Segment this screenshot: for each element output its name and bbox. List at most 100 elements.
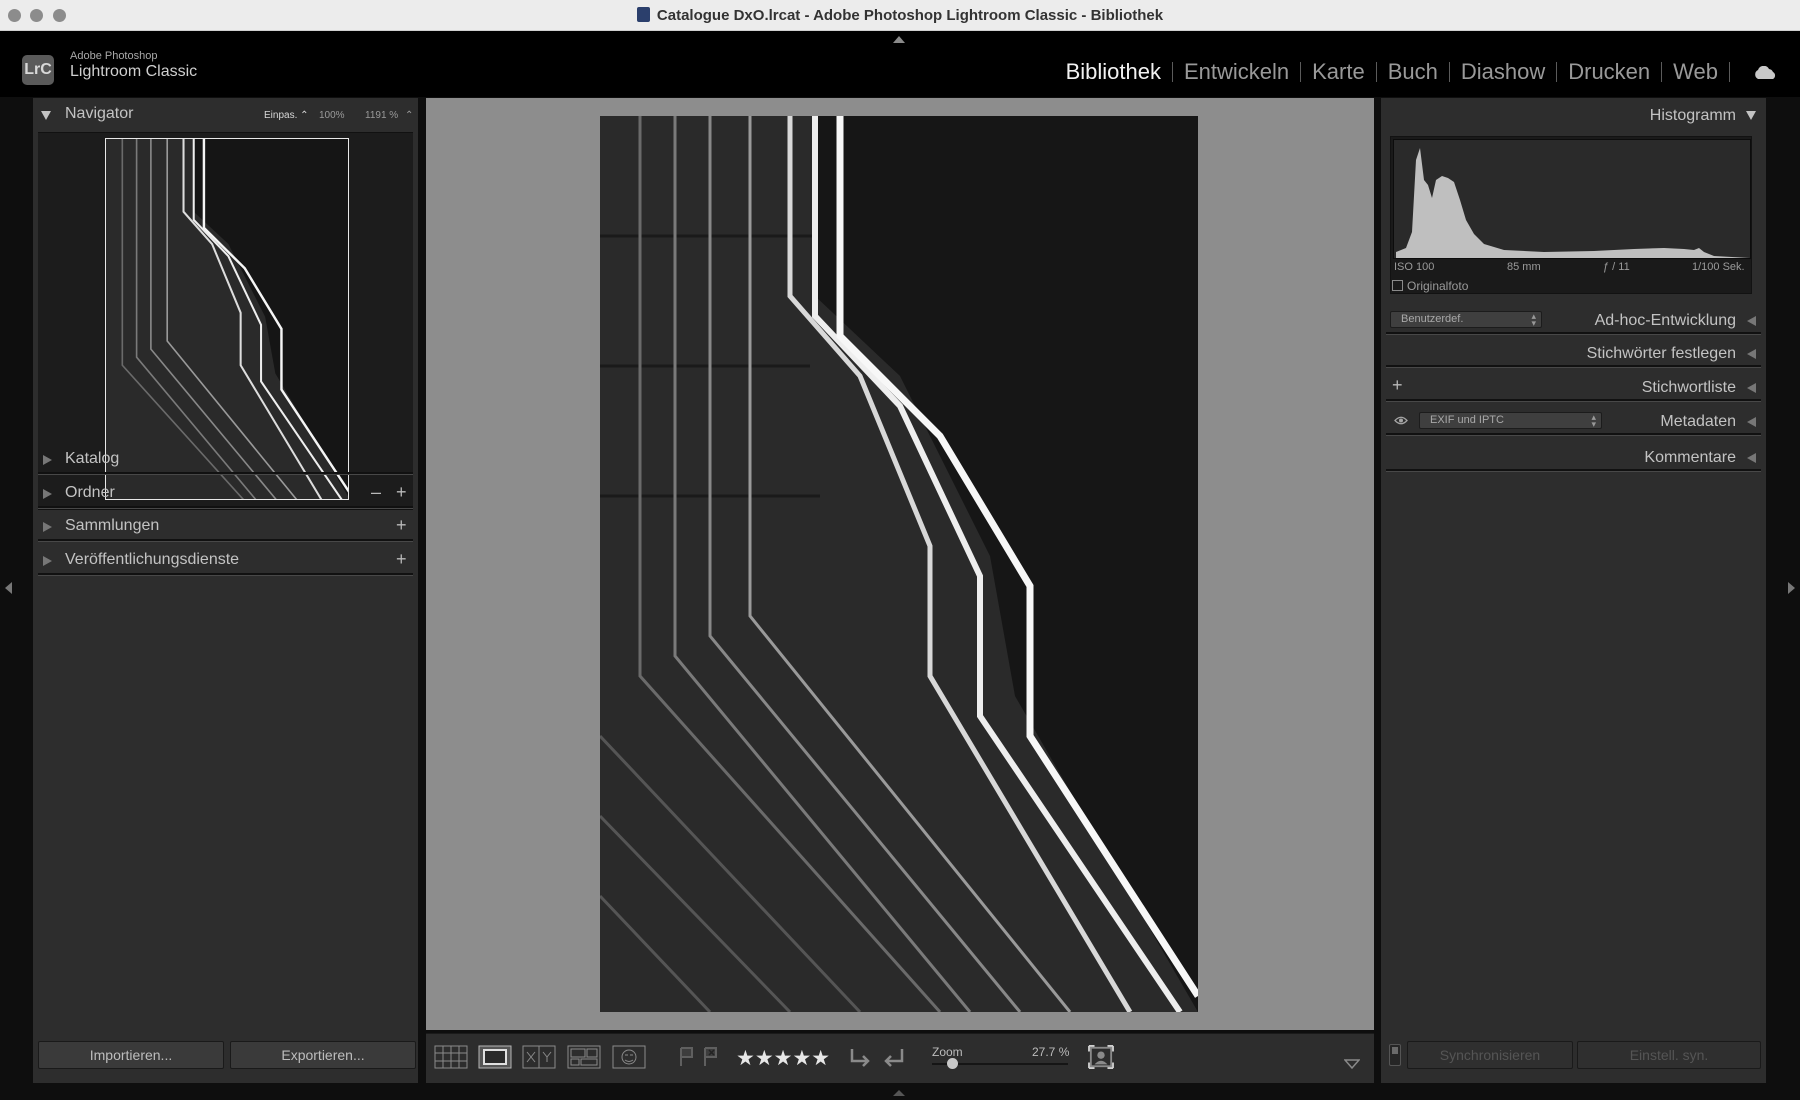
metadata-preset-dropdown[interactable]: EXIF und IPTC ▴ ▾ [1419,412,1602,429]
add-collection-button[interactable]: + [396,515,407,536]
sammlungen-title: Sammlungen [65,517,160,534]
grid-view-icon[interactable] [434,1045,468,1069]
dropdown-arrows-icon: ▴ ▾ [1531,311,1536,328]
histogram-shutter: 1/100 Sek. [1692,261,1745,273]
rotate-left-icon[interactable] [846,1045,874,1069]
navigator-100-option[interactable]: 100% [319,110,345,121]
lightroom-window: Catalogue DxO.lrcat - Adobe Photoshop Li… [0,0,1800,1100]
collapsed-triangle-icon [1747,349,1756,359]
catalog-file-icon [636,7,650,22]
eye-icon[interactable] [1394,416,1408,425]
compare-view-icon[interactable] [522,1045,556,1069]
metadata-preset-value: EXIF und IPTC [1430,414,1504,426]
katalog-title: Katalog [65,450,120,467]
collapsed-triangle-icon [1747,383,1756,393]
original-photo-toggle[interactable]: Originalfoto [1392,279,1468,293]
collapsed-triangle-icon [1747,453,1756,463]
star-rating[interactable]: ★★★★★ [736,1046,830,1071]
navigator-custom-zoom-option[interactable]: 1191 % [365,110,398,121]
histogram-focal-length: 85 mm [1507,261,1541,273]
navigator-zoom-menu-icon[interactable]: ⌃ [405,110,413,121]
ordner-header[interactable]: Ordner – + [33,479,418,509]
cloud-icon[interactable] [1753,66,1777,79]
section-divider [1386,365,1761,368]
original-photo-checkbox[interactable] [1392,280,1403,291]
expanded-triangle-icon [1746,111,1756,120]
section-divider [1386,433,1761,436]
ordner-title: Ordner [65,484,115,501]
adhoc-preset-value: Benutzerdef. [1401,313,1464,325]
adhoc-develop-header[interactable]: Benutzerdef. ▴ ▾ Ad-hoc-Entwicklung [1381,305,1766,335]
navigator-title: Navigator [65,105,134,122]
section-divider [38,472,413,475]
lrc-logo: LrC [22,55,54,85]
zoom-slider-thumb[interactable] [947,1058,958,1069]
histogram-iso: ISO 100 [1394,261,1435,273]
section-divider [38,506,413,509]
filmstrip-toggle-icon[interactable] [893,1090,905,1096]
histogram-header[interactable]: Histogramm [1381,100,1766,130]
add-folder-button[interactable]: + [396,482,407,503]
import-button[interactable]: Importieren... [38,1041,224,1069]
remove-folder-button[interactable]: – [371,482,381,503]
module-separator [1729,62,1730,82]
keywording-title: Stichwörter festlegen [1586,345,1736,362]
left-panel-toggle-icon[interactable] [5,582,12,594]
people-view-icon[interactable] [612,1045,646,1069]
original-photo-label: Originalfoto [1407,279,1469,293]
right-panel-toggle-icon[interactable] [1788,582,1795,594]
section-divider [38,573,413,576]
loupe-view[interactable] [426,98,1374,1030]
module-drucken[interactable]: Drucken [1557,59,1661,85]
toolbar-menu-icon[interactable] [1344,1052,1360,1076]
section-divider [1386,332,1761,335]
module-karte[interactable]: Karte [1301,59,1376,85]
section-divider [1386,399,1761,402]
collapsed-triangle-icon [43,455,52,465]
add-publish-service-button[interactable]: + [396,549,407,570]
navigator-header[interactable]: Navigator Einpas. ⌃ 100% 1191 % ⌃ [33,100,418,130]
adhoc-develop-title: Ad-hoc-Entwicklung [1594,312,1736,329]
dropdown-arrows-icon: ▴ ▾ [1591,412,1596,429]
zoom-label: Zoom [932,1045,963,1059]
histogram[interactable]: ISO 100 85 mm ƒ / 11 1/100 Sek. [1390,136,1752,294]
module-entwickeln[interactable]: Entwickeln [1173,59,1300,85]
navigator-fit-option[interactable]: Einpas. ⌃ [264,110,309,121]
sammlungen-header[interactable]: Sammlungen + [33,512,418,542]
auto-sync-switch[interactable] [1389,1044,1401,1066]
veroeffentlichungsdienste-header[interactable]: Veröffentlichungsdienste + [33,546,418,576]
metadata-header[interactable]: EXIF und IPTC ▴ ▾ Metadaten [1381,406,1766,436]
sync-settings-button[interactable]: Einstell. syn. [1577,1041,1761,1069]
section-divider [1386,469,1761,472]
library-toolbar: ★★★★★ Zoom 27.7 % [426,1033,1374,1083]
loupe-view-icon[interactable] [478,1045,512,1069]
keywording-header[interactable]: Stichwörter festlegen [1381,338,1766,368]
module-web[interactable]: Web [1662,59,1729,85]
top-panel-toggle-icon[interactable] [893,36,905,43]
survey-view-icon[interactable] [567,1045,601,1069]
adhoc-preset-dropdown[interactable]: Benutzerdef. ▴ ▾ [1390,311,1542,328]
comments-header[interactable]: Kommentare [1381,442,1766,472]
module-bibliothek[interactable]: Bibliothek [1055,59,1172,85]
expanded-triangle-icon [41,111,51,120]
module-diashow[interactable]: Diashow [1450,59,1556,85]
main-photo[interactable] [600,116,1198,1012]
keyword-list-title: Stichwortliste [1641,379,1736,396]
module-buch[interactable]: Buch [1377,59,1449,85]
face-region-icon[interactable] [1087,1045,1115,1069]
flag-reject-icon[interactable] [702,1045,720,1069]
collapsed-triangle-icon [43,556,52,566]
add-keyword-button[interactable]: + [1392,375,1403,396]
flag-pick-icon[interactable] [678,1045,696,1069]
sync-button[interactable]: Synchronisieren [1407,1041,1573,1069]
export-button[interactable]: Exportieren... [230,1041,416,1069]
katalog-header[interactable]: Katalog [33,445,418,475]
window-title: Catalogue DxO.lrcat - Adobe Photoshop Li… [0,7,1800,24]
rotate-right-icon[interactable] [880,1045,908,1069]
section-divider [38,539,413,542]
keyword-list-header[interactable]: + Stichwortliste [1381,372,1766,402]
veroeffentlichungsdienste-title: Veröffentlichungsdienste [65,551,240,568]
main-photo-image [600,116,1198,1012]
brand-line-small: Adobe Photoshop [70,50,158,62]
right-panel: Histogramm ISO 100 85 mm ƒ / 11 1/100 Se… [1381,98,1766,1083]
